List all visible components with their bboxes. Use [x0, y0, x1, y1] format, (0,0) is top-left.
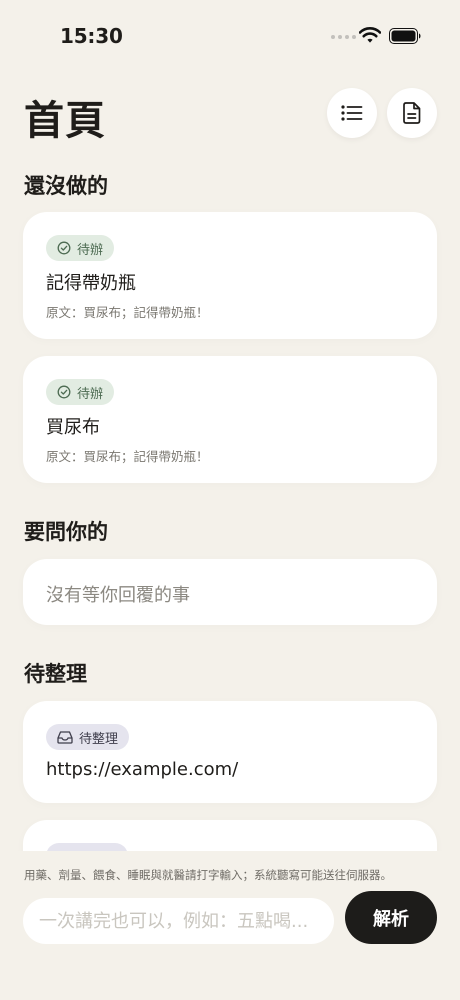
check-circle-icon — [57, 385, 71, 399]
inbox-badge: 待整理 — [46, 724, 130, 750]
section-title-inbox: 待整理 — [24, 662, 87, 686]
inbox-item-text: https://example.com/ — [46, 759, 239, 780]
cellular-signal-icon — [331, 35, 356, 39]
parse-button[interactable]: 解析 — [345, 891, 437, 944]
section-title-todo: 還沒做的 — [24, 174, 108, 198]
empty-state-text: 沒有等你回覆的事 — [46, 585, 190, 606]
check-circle-icon — [57, 241, 71, 255]
dictation-notice: 用藥、劑量、餵食、睡眠與就醫請打字輸入；系統聽寫可能送往伺服器。 — [24, 868, 392, 882]
todo-title: 買尿布 — [46, 417, 100, 438]
quick-entry-input[interactable] — [23, 898, 334, 944]
list-view-button[interactable] — [327, 88, 377, 138]
todo-title: 記得帶奶瓶 — [46, 273, 136, 294]
todo-origin-text: 原文：買尿布；記得帶奶瓶！ — [46, 305, 209, 320]
badge-label: 待辦 — [77, 386, 104, 402]
todo-card[interactable]: 待辦 記得帶奶瓶 原文：買尿布；記得帶奶瓶！ — [23, 212, 437, 339]
battery-icon — [389, 28, 421, 44]
page-title: 首頁 — [24, 98, 106, 144]
status-time: 15:30 — [60, 24, 123, 48]
wifi-icon — [359, 27, 381, 43]
document-button[interactable] — [387, 88, 437, 138]
inbox-card[interactable]: 待整理 https://example.com/ — [23, 701, 437, 803]
todo-origin-text: 原文：買尿布；記得帶奶瓶！ — [46, 449, 209, 464]
list-icon — [341, 105, 363, 121]
badge-label: 待辦 — [77, 242, 104, 258]
todo-badge: 待辦 — [46, 235, 115, 261]
section-title-ask: 要問你的 — [24, 520, 108, 544]
status-bar: 15:30 — [0, 0, 460, 70]
todo-card[interactable]: 待辦 買尿布 原文：買尿布；記得帶奶瓶！ — [23, 356, 437, 483]
ask-empty-card: 沒有等你回覆的事 — [23, 559, 437, 625]
todo-badge: 待辦 — [46, 379, 115, 405]
document-icon — [403, 102, 421, 124]
composer-bar: 用藥、劑量、餵食、睡眠與就醫請打字輸入；系統聽寫可能送往伺服器。 解析 — [0, 851, 460, 1000]
inbox-tray-icon — [57, 731, 73, 744]
badge-label: 待整理 — [79, 731, 119, 747]
